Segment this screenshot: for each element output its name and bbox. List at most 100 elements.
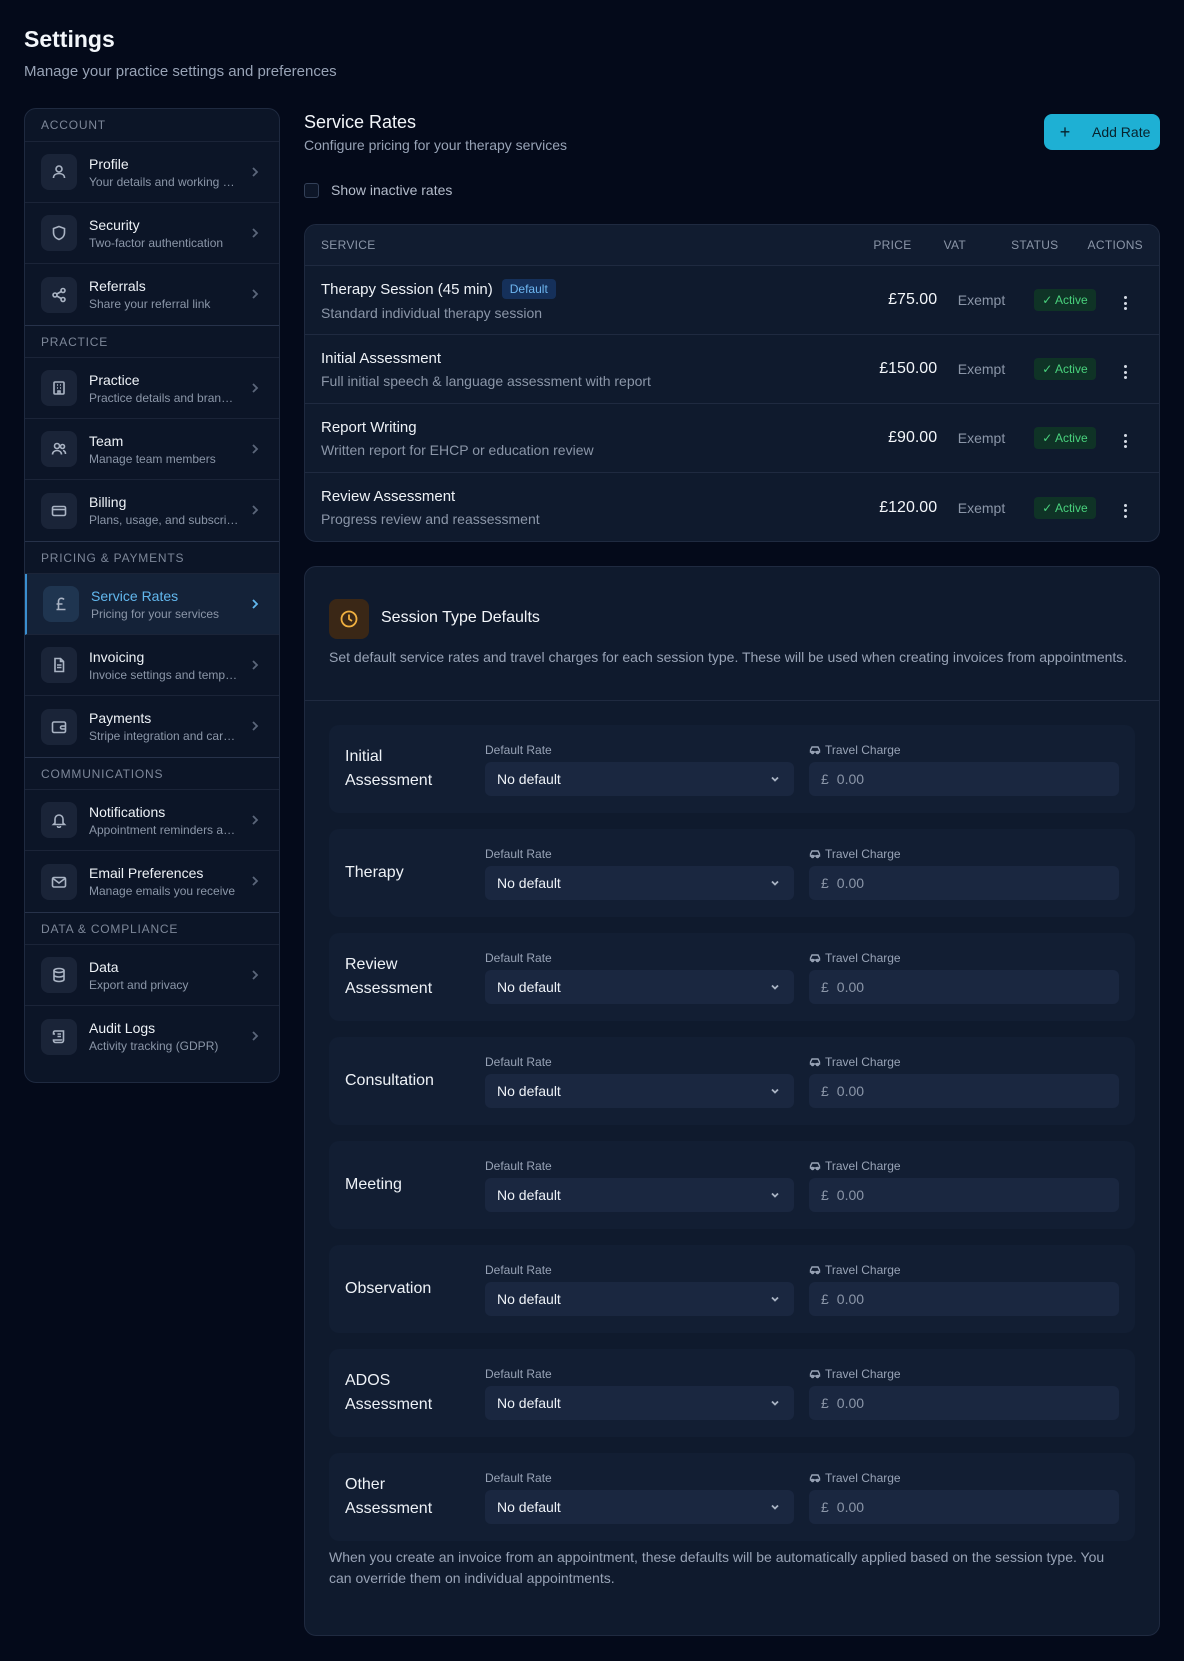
sidebar-item-notifications[interactable]: Notifications Appointment reminders and a… (25, 790, 279, 851)
chevron-down-icon (771, 1192, 779, 1198)
sidebar-item-label: Practice (89, 371, 140, 388)
travel-charge-field[interactable]: £ (809, 762, 1119, 796)
chevron-down-icon (771, 1504, 779, 1510)
travel-charge-input[interactable] (836, 1499, 1087, 1515)
sidebar-item-referrals[interactable]: Referrals Share your referral link (25, 264, 279, 325)
sidebar-item-profile[interactable]: Profile Your details and working hours (25, 142, 279, 203)
service-price: £150.00 (879, 360, 938, 377)
database-icon (41, 957, 77, 993)
service-description: Standard individual therapy session (321, 305, 543, 321)
service-vat: Exempt (957, 499, 1006, 516)
service-vat: Exempt (957, 430, 1006, 446)
travel-charge-input[interactable] (836, 771, 1087, 787)
sidebar-item-desc: Two-factor authentication (89, 235, 224, 250)
default-rate-select[interactable]: No default (485, 1074, 794, 1108)
sidebar-item-invoicing[interactable]: Invoicing Invoice settings and templates (25, 635, 279, 696)
default-rate-select[interactable]: No default (485, 1282, 794, 1316)
more-actions-icon[interactable] (1120, 361, 1131, 383)
service-vat: Exempt (957, 361, 1006, 377)
sidebar-item-audit-logs[interactable]: Audit Logs Activity tracking (GDPR) (25, 1006, 279, 1067)
sidebar-item-billing[interactable]: Billing Plans, usage, and subscriptions (25, 480, 279, 541)
sidebar-item-service-rates[interactable]: Service Rates Pricing for your services (25, 574, 279, 635)
travel-charge-field[interactable]: £ (809, 1074, 1119, 1108)
travel-charge-label-text: Travel Charge (825, 1263, 901, 1277)
sidebar-item-payments[interactable]: Payments Stripe integration and card paym… (25, 696, 279, 757)
sidebar-item-desc: Export and privacy (89, 977, 189, 992)
sidebar-item-team[interactable]: Team Manage team members (25, 419, 279, 480)
sidebar-item-email-preferences[interactable]: Email Preferences Manage emails you recei… (25, 851, 279, 912)
travel-charge-label: Travel Charge (809, 847, 901, 861)
car-icon (809, 850, 821, 859)
travel-charge-field[interactable]: £ (809, 1282, 1119, 1316)
show-inactive-checkbox[interactable] (304, 182, 319, 198)
users-icon (41, 431, 77, 467)
show-inactive-toggle[interactable]: Show inactive rates (304, 182, 452, 198)
more-actions-icon[interactable] (1120, 500, 1131, 522)
travel-charge-field[interactable]: £ (809, 1386, 1119, 1420)
travel-charge-input[interactable] (836, 1395, 1087, 1411)
chevron-right-icon (249, 597, 261, 609)
default-rate-label: Default Rate (485, 1055, 552, 1069)
chevron-right-icon (249, 165, 261, 177)
sidebar-item-label: Profile (89, 155, 129, 172)
travel-charge-input[interactable] (836, 875, 1087, 891)
session-type-name: Consultation (345, 1072, 434, 1089)
default-rate-value: No default (497, 1395, 561, 1411)
travel-charge-label-text: Travel Charge (825, 1159, 901, 1173)
chevron-right-icon (249, 442, 261, 454)
travel-charge-input[interactable] (836, 979, 1087, 995)
more-actions-icon[interactable] (1120, 292, 1131, 314)
travel-charge-field[interactable]: £ (809, 1490, 1119, 1524)
sidebar-item-desc: Appointment reminders and alerts (89, 822, 239, 837)
sidebar-item-desc: Manage emails you receive (89, 884, 236, 898)
sidebar-item-security[interactable]: Security Two-factor authentication (25, 203, 279, 264)
sidebar-item-desc: Invoice settings and templates (89, 667, 239, 682)
travel-charge-field[interactable]: £ (809, 970, 1119, 1004)
travel-charge-field[interactable]: £ (809, 866, 1119, 900)
travel-charge-input[interactable] (836, 1187, 1087, 1203)
status-text: Active (1054, 293, 1088, 307)
travel-charge-input[interactable] (836, 1083, 1087, 1099)
more-actions-icon[interactable] (1120, 430, 1131, 452)
sidebar-item-label: Invoicing (89, 648, 145, 665)
travel-charge-label-text: Travel Charge (825, 847, 901, 861)
bell-icon (41, 802, 77, 838)
travel-charge-label-text: Travel Charge (825, 1055, 901, 1069)
default-rate-select[interactable]: No default (485, 866, 794, 900)
travel-charge-input[interactable] (836, 1291, 1087, 1307)
chevron-right-icon (249, 968, 261, 980)
session-type-row: Other Assessment Default Rate No default Tr… (329, 1453, 1135, 1541)
car-icon (809, 1266, 821, 1275)
sidebar-item-desc: Share your referral link (89, 297, 211, 311)
chevron-down-icon (771, 776, 779, 782)
session-type-row: Review Assessment Default Rate No default T… (329, 933, 1135, 1021)
sidebar-item-label: Audit Logs (89, 1020, 156, 1036)
sidebar-item-data[interactable]: Data Export and privacy (25, 945, 279, 1006)
add-rate-button[interactable]: + Add Rate (1044, 114, 1160, 150)
service-description: Written report for EHCP or education rev… (321, 441, 594, 458)
table-row: Report Writing Written report for EHCP o… (305, 404, 1159, 473)
travel-charge-label-text: Travel Charge (825, 1367, 901, 1381)
sidebar-item-practice[interactable]: Practice Practice details and branding (25, 358, 279, 419)
default-rate-select[interactable]: No default (485, 1490, 794, 1524)
column-header-price: Price (873, 238, 912, 252)
session-type-name: Therapy (345, 864, 404, 881)
table-header: Service Price VAT Status Actions (305, 225, 1159, 266)
session-defaults-footnote: When you create an invoice from an appoi… (329, 1549, 1105, 1586)
default-rate-select[interactable]: No default (485, 1178, 794, 1212)
service-name: Initial Assessment (321, 349, 442, 367)
default-rate-select[interactable]: No default (485, 970, 794, 1004)
status-badge: ✓ Active (1034, 358, 1096, 380)
sidebar-item-label: Data (89, 958, 119, 975)
travel-charge-label: Travel Charge (809, 1055, 901, 1069)
currency-symbol: £ (821, 979, 829, 995)
wallet-icon (41, 708, 77, 745)
travel-charge-field[interactable]: £ (809, 1178, 1119, 1212)
session-type-row: Therapy Default Rate No default Travel Char… (329, 829, 1135, 917)
default-rate-select[interactable]: No default (485, 1386, 794, 1420)
default-rate-select[interactable]: No default (485, 762, 794, 796)
status-badge: ✓ Active (1034, 496, 1096, 519)
default-rate-value: No default (497, 1499, 561, 1515)
shield-icon (41, 215, 77, 251)
travel-charge-label-text: Travel Charge (825, 1471, 901, 1485)
